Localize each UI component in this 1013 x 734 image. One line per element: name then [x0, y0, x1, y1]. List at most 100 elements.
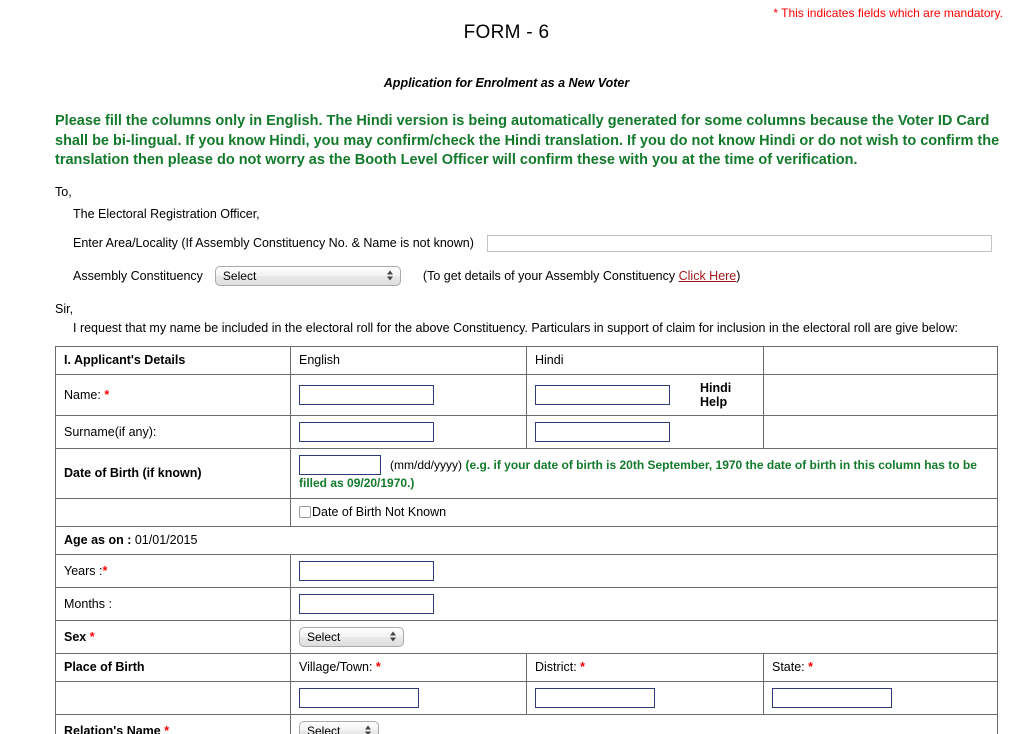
required-star-icon: * — [808, 660, 814, 674]
name-english-input[interactable] — [299, 384, 434, 405]
assembly-constituency-select[interactable]: Select — [214, 265, 401, 286]
sir-label: Sir, — [55, 301, 74, 316]
instructions-text: Please fill the columns only in English.… — [55, 113, 1000, 168]
relation-name-label-cell: Relation's Name * — [55, 713, 291, 734]
surname-row-spacer-cell — [763, 414, 998, 449]
district-label-cell: District: * — [526, 652, 764, 682]
page-subtitle: Application for Enrolment as a New Voter — [383, 76, 630, 90]
years-row: Years :* — [55, 553, 998, 588]
electoral-registration-officer-label: The Electoral Registration Officer, — [73, 206, 260, 221]
place-of-birth-header-row: Place of Birth Village/Town: * District:… — [55, 652, 998, 682]
relation-name-label: Relation's Name — [64, 723, 161, 734]
district-input[interactable] — [535, 687, 655, 708]
sex-label: Sex — [64, 629, 87, 644]
age-as-on-label: Age as on : — [64, 533, 132, 547]
salutation-block: Sir, I request that my name be included … — [0, 302, 1013, 335]
required-star-icon: * — [89, 629, 95, 644]
age-as-on-date: 01/01/2015 — [134, 533, 198, 547]
section-title-cell: I. Applicant's Details — [55, 345, 291, 375]
years-label-cell: Years :* — [55, 553, 291, 588]
surname-row: Surname(if any): — [55, 414, 998, 449]
state-label: State: — [772, 660, 805, 674]
addressee-block: To, The Electoral Registration Officer, … — [0, 185, 1013, 286]
village-label-cell: Village/Town: * — [290, 652, 527, 682]
village-input-cell — [290, 680, 527, 715]
sex-label-cell: Sex * — [55, 619, 291, 654]
surname-hindi-input[interactable] — [535, 421, 670, 442]
surname-label: Surname(if any): — [55, 414, 291, 449]
months-input[interactable] — [299, 593, 434, 614]
name-hindi-wrap: Hindi Help — [535, 381, 755, 409]
dob-not-known-cell: Date of Birth Not Known — [290, 497, 998, 527]
area-locality-label: Enter Area/Locality (If Assembly Constit… — [73, 236, 474, 250]
months-label: Months : — [55, 586, 291, 621]
name-row: Name: * Hindi Help — [55, 373, 998, 416]
name-hindi-cell: Hindi Help — [526, 373, 764, 416]
relation-select-wrap: Select — [299, 720, 379, 734]
applicant-details-table: I. Applicant's Details English Hindi Nam… — [55, 345, 998, 734]
district-input-cell — [526, 680, 764, 715]
date-of-birth-label: Date of Birth (if known) — [55, 447, 291, 499]
name-english-cell — [290, 373, 527, 416]
assembly-hint-suffix: ) — [736, 268, 741, 283]
date-of-birth-input[interactable] — [299, 454, 381, 475]
state-input[interactable] — [772, 687, 892, 708]
place-of-birth-label: Place of Birth — [55, 652, 291, 682]
assembly-hint-prefix: (To get details of your Assembly Constit… — [422, 268, 679, 283]
months-row: Months : — [55, 586, 998, 621]
column-header-english: English — [290, 345, 527, 375]
request-text: I request that my name be included in th… — [73, 320, 958, 335]
months-input-cell — [290, 586, 998, 621]
required-star-icon: * — [580, 660, 586, 674]
age-as-on-cell: Age as on : 01/01/2015 — [55, 525, 998, 555]
sex-row: Sex * Select — [55, 619, 998, 654]
click-here-link[interactable]: Click Here — [679, 269, 737, 283]
dob-not-known-label: Date of Birth Not Known — [312, 505, 447, 519]
mandatory-fields-note: * This indicates fields which are mandat… — [773, 6, 1003, 20]
relation-name-row: Relation's Name * Select — [55, 713, 998, 734]
area-locality-row: Enter Area/Locality (If Assembly Constit… — [55, 234, 1013, 252]
header-spacer-cell — [763, 345, 998, 375]
dob-not-known-wrap: Date of Birth Not Known — [299, 505, 989, 519]
date-of-birth-input-cell: (mm/dd/yyyy) (e.g. if your date of birth… — [290, 447, 998, 499]
date-of-birth-row: Date of Birth (if known) (mm/dd/yyyy) (e… — [55, 447, 998, 499]
village-input[interactable] — [299, 687, 419, 708]
surname-english-input[interactable] — [299, 421, 434, 442]
sex-select-cell: Select — [290, 619, 998, 654]
assembly-constituency-select-wrap: Select — [203, 265, 401, 286]
age-as-on-row: Age as on : 01/01/2015 — [55, 525, 998, 555]
dob-not-known-label-cell — [55, 497, 291, 527]
table-header-row: I. Applicant's Details English Hindi — [55, 345, 998, 375]
to-label: To, — [55, 184, 72, 199]
assembly-constituency-hint: (To get details of your Assembly Constit… — [423, 269, 741, 283]
required-star-icon: * — [102, 563, 108, 578]
surname-hindi-cell — [526, 414, 764, 449]
sex-select-wrap: Select — [299, 626, 404, 647]
place-of-birth-input-row — [55, 680, 998, 715]
area-locality-input[interactable] — [486, 234, 992, 252]
state-label-cell: State: * — [763, 652, 998, 682]
name-label-cell: Name: * — [55, 373, 291, 416]
sex-select[interactable]: Select — [299, 626, 404, 647]
required-star-icon: * — [164, 723, 170, 734]
name-row-spacer-cell — [763, 373, 998, 416]
relation-name-select-cell: Select — [290, 713, 998, 734]
hindi-help-link[interactable]: Hindi Help — [700, 381, 755, 409]
name-hindi-input[interactable] — [535, 384, 670, 405]
dob-not-known-row: Date of Birth Not Known — [55, 497, 998, 527]
assembly-constituency-row: Assembly Constituency Select (To get det… — [55, 265, 1013, 286]
column-header-hindi: Hindi — [526, 345, 764, 375]
district-label: District: — [535, 660, 577, 674]
years-label: Years : — [64, 563, 103, 578]
place-of-birth-spacer-cell — [55, 680, 291, 715]
dob-not-known-checkbox[interactable] — [299, 506, 311, 518]
date-of-birth-format-hint: (mm/dd/yyyy) — [390, 457, 462, 472]
relation-name-select[interactable]: Select — [299, 720, 379, 734]
required-star-icon: * — [104, 387, 110, 402]
assembly-constituency-label: Assembly Constituency — [73, 268, 203, 283]
village-label: Village/Town: — [299, 660, 373, 674]
years-input-cell — [290, 553, 998, 588]
years-input[interactable] — [299, 560, 434, 581]
state-input-cell — [763, 680, 998, 715]
surname-english-cell — [290, 414, 527, 449]
